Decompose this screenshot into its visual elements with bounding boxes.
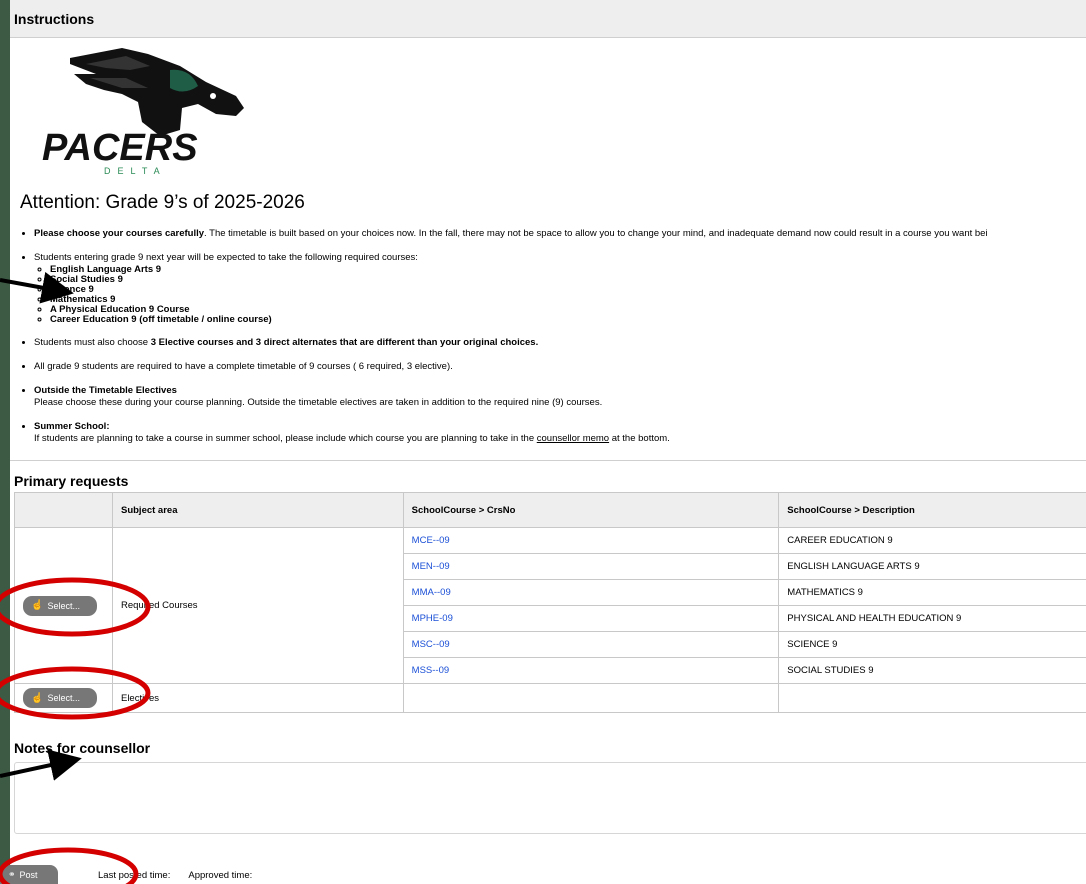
course-code-link[interactable]: MCE--09: [402, 527, 780, 554]
list-item: Students entering grade 9 next year will…: [34, 252, 1086, 325]
approved-time-label: Approved time:: [188, 870, 253, 881]
list-item: Students must also choose 3 Elective cou…: [34, 337, 1086, 349]
list-item: Please choose your courses carefully. Th…: [34, 228, 1086, 240]
electives-label: Electives: [111, 683, 404, 713]
column-header: SchoolCourse > CrsNo: [402, 492, 780, 528]
elective-intro-text: Students must also choose: [34, 337, 151, 348]
course-description: PHYSICAL AND HEALTH EDUCATION 9: [778, 605, 1086, 632]
required-course-item: Career Education 9 (off timetable / onli…: [50, 315, 1086, 325]
select-label: Select...: [47, 600, 80, 611]
post-status: Last posted time: Approved time:: [98, 870, 252, 881]
logo-text: PACERS: [42, 127, 198, 169]
instructions-header: Instructions: [10, 0, 1086, 38]
section-divider: [10, 460, 1086, 461]
empty-cell: [778, 683, 1086, 713]
course-description: SOCIAL STUDIES 9: [778, 657, 1086, 684]
course-code-link[interactable]: MSS--09: [402, 657, 780, 684]
course-code-link[interactable]: MMA--09: [402, 579, 780, 606]
primary-requests-table: Subject area SchoolCourse > CrsNo School…: [14, 492, 1086, 713]
counsellor-memo-link[interactable]: counsellor memo: [537, 433, 609, 444]
horse-icon: [70, 48, 244, 136]
last-posted-label: Last posted time:: [98, 870, 171, 881]
course-description: SCIENCE 9: [778, 631, 1086, 658]
table-row: ☝ Select... Required Courses MCE--09 CARE…: [14, 527, 1086, 684]
complete-timetable-text: All grade 9 students are required to hav…: [34, 361, 453, 372]
course-code-link[interactable]: MSC--09: [402, 631, 780, 658]
careful-choice-text: . The timetable is built based on your c…: [204, 228, 988, 239]
list-item: Summer School: If students are planning …: [34, 421, 1086, 445]
list-item: Outside the Timetable Electives Please c…: [34, 385, 1086, 409]
outside-electives-text: Please choose these during your course p…: [34, 397, 603, 408]
course-request-page: Instructions PACERS DELTA Attention: Gra…: [10, 0, 1086, 884]
required-select-cell: ☝ Select...: [14, 527, 113, 684]
attention-title: Attention: Grade 9’s of 2025-2026: [20, 192, 305, 213]
notes-title: Notes for counsellor: [14, 740, 151, 756]
link-icon: ⚭: [8, 869, 16, 879]
hand-pointer-icon: ☝: [31, 600, 44, 611]
select-required-button[interactable]: ☝ Select...: [23, 595, 97, 616]
table-row: ☝ Select... Electives: [14, 683, 1086, 713]
summer-school-text-end: at the bottom.: [609, 433, 670, 444]
summer-school-title: Summer School:: [34, 421, 110, 432]
course-description: ENGLISH LANGUAGE ARTS 9: [778, 553, 1086, 580]
list-item: All grade 9 students are required to hav…: [34, 361, 1086, 373]
column-header: SchoolCourse > Description: [778, 492, 1086, 528]
logo-subtext: DELTA: [104, 166, 167, 176]
outside-electives-title: Outside the Timetable Electives: [34, 385, 177, 396]
course-description: MATHEMATICS 9: [778, 579, 1086, 606]
column-header: [14, 492, 113, 528]
careful-choice-bold: Please choose your courses carefully: [34, 228, 205, 239]
hand-pointer-icon: ☝: [31, 692, 44, 704]
course-code-link[interactable]: MPHE-09: [402, 605, 780, 632]
course-code-link[interactable]: MEN--09: [402, 553, 780, 580]
pacers-logo: PACERS DELTA: [42, 48, 244, 176]
post-label: Post: [19, 869, 38, 880]
counsellor-notes-textarea[interactable]: [14, 762, 1086, 834]
primary-requests-title: Primary requests: [14, 473, 129, 489]
required-course-item: Science 9: [50, 285, 1086, 295]
instructions-list: Please choose your courses carefully. Th…: [20, 228, 1086, 457]
required-course-list: English Language Arts 9 Social Studies 9…: [34, 265, 1086, 325]
column-header: Subject area: [111, 492, 404, 528]
elective-bold-text: 3 Elective courses and 3 direct alternat…: [150, 337, 539, 348]
required-course-item: English Language Arts 9: [50, 265, 1086, 275]
required-courses-label: Required Courses: [111, 527, 404, 684]
summer-school-text: If students are planning to take a cours…: [34, 433, 537, 444]
empty-cell: [402, 683, 780, 713]
required-intro-text: Students entering grade 9 next year will…: [34, 252, 418, 263]
select-label: Select...: [47, 693, 80, 703]
electives-select-cell: ☝ Select...: [14, 683, 113, 713]
select-electives-button[interactable]: ☝ Select...: [23, 688, 97, 708]
course-description: CAREER EDUCATION 9: [778, 527, 1086, 554]
table-header-row: Subject area SchoolCourse > CrsNo School…: [14, 492, 1086, 528]
required-course-item: Mathematics 9: [50, 295, 1086, 305]
required-course-item: Social Studies 9: [50, 275, 1086, 285]
post-button[interactable]: ⚭ Post: [0, 865, 58, 884]
